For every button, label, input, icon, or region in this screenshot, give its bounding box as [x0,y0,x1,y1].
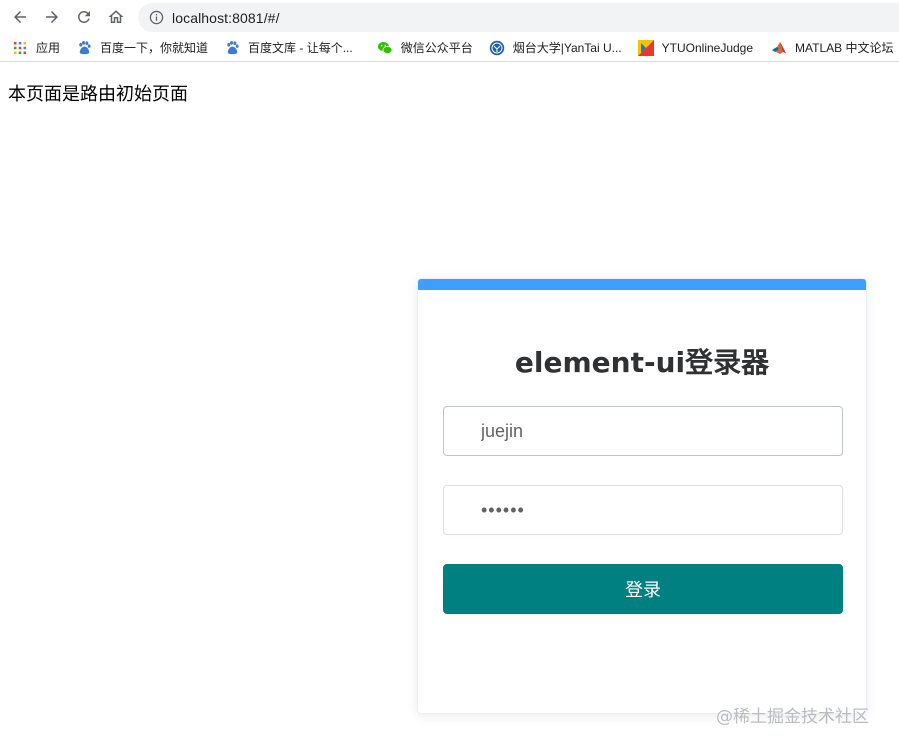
bookmark-label: 百度文库 - 让每个... [248,41,353,55]
address-url: localhost:8081/#/ [172,9,280,26]
bookmark-label: YTUOnlineJudge [661,40,754,55]
browser-toolbar: localhost:8081/#/ [0,0,899,34]
route-intro-text: 本页面是路由初始页面 [8,84,188,105]
bookmark-baidu[interactable]: 百度一下，你就知道 [76,34,209,61]
baidu-paw-icon [76,40,92,56]
wechat-icon [377,40,393,56]
ytuoj-logo-icon [637,39,654,56]
bookmark-baidu-wenku[interactable]: 百度文库 - 让每个... [224,34,353,61]
bookmark-label: 烟台大学|YanTai U... [512,41,622,55]
password-input[interactable] [444,486,842,534]
bookmark-wechat[interactable]: 微信公众平台 [377,34,473,61]
login-button[interactable]: 登录 [443,564,843,614]
bookmark-label: 微信公众平台 [400,41,473,55]
forward-button[interactable] [40,5,64,29]
bookmark-label: MATLAB 中文论坛 [795,41,894,55]
arrow-left-icon [14,11,26,23]
login-card: element-ui登录器 登录 [417,278,867,714]
apps-grid-icon [12,40,28,56]
bookmark-label: 应用 [36,41,61,55]
home-icon [108,10,124,23]
password-field[interactable] [443,485,843,535]
reload-icon [77,10,90,23]
card-accent-bar [418,279,866,290]
bookmarks-bar: 应用 百度一下，你就知道 百度文库 - 让每个... 微信公众平台 烟台大学|Y… [0,34,899,62]
baidu-paw-icon [224,40,240,56]
bookmark-label: 百度一下，你就知道 [100,41,209,55]
back-button[interactable] [8,5,32,29]
username-field[interactable] [443,406,843,456]
home-button[interactable] [104,5,128,29]
address-bar[interactable]: localhost:8081/#/ [138,3,899,32]
bookmark-apps[interactable]: 应用 [12,34,61,61]
ytu-logo-icon [489,40,505,56]
bookmark-ytu[interactable]: 烟台大学|YanTai U... [489,34,622,61]
site-info-icon[interactable] [148,10,164,26]
matlab-logo-icon [771,40,787,56]
username-input[interactable] [444,407,842,455]
bookmark-ytuoj[interactable]: YTUOnlineJudge [637,34,754,61]
reload-button[interactable] [72,5,96,29]
login-title: element-ui登录器 [514,346,770,379]
arrow-right-icon [46,11,58,23]
bookmark-matlab[interactable]: MATLAB 中文论坛 [771,34,894,61]
watermark: @稀土掘金技术社区 [716,707,869,727]
